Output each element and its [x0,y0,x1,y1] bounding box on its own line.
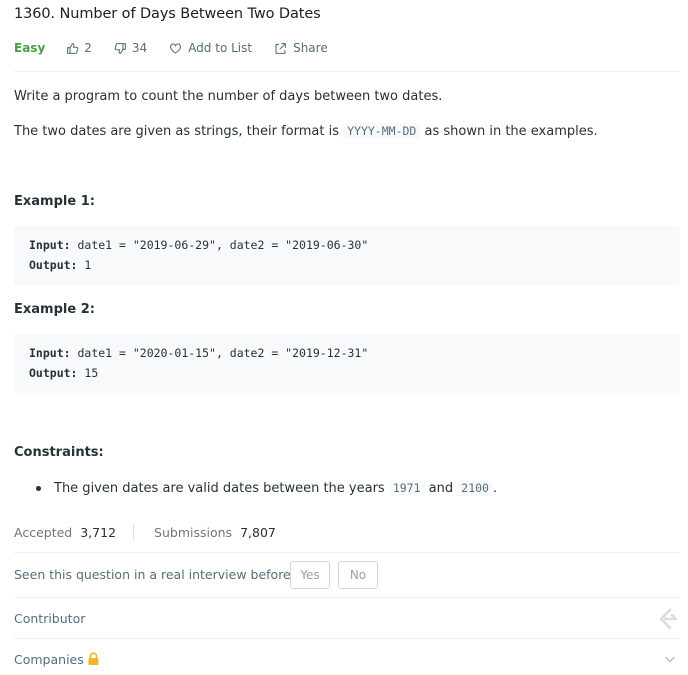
example-1-output-line: Output: 1 [29,258,91,272]
problem-title: 1360. Number of Days Between Two Dates [14,6,321,22]
constraint-text-after: . [492,481,498,496]
format-text-after: as shown in the examples. [420,124,598,139]
example-1-heading: Example 1: [14,194,95,209]
constraint-code-min-year: 1971 [388,480,425,496]
divider [14,552,680,553]
like-count: 2 [84,41,92,55]
example-1-input-value: date1 = "2019-06-29", date2 = "2019-06-3… [70,238,369,252]
example-2-code-block: Input: date1 = "2020-01-15", date2 = "20… [14,334,680,393]
submissions-label: Submissions [154,525,233,540]
example-2-heading: Example 2: [14,302,95,317]
accepted-label: Accepted [14,525,73,540]
stats-divider [133,524,135,541]
example-1-output-value: 1 [77,258,92,272]
example-1-input-line: Input: date1 = "2019-06-29", date2 = "20… [29,238,368,252]
add-to-list-button[interactable]: Add to List [169,41,252,55]
lock-icon [88,652,99,665]
difficulty-badge: Easy [14,41,46,55]
interview-no-button[interactable]: No [338,561,378,589]
example-2-output-line: Output: 15 [29,366,98,380]
example-1-code-block: Input: date1 = "2019-06-29", date2 = "20… [14,226,680,285]
thumbs-up-icon [67,42,79,54]
add-to-list-label: Add to List [188,41,253,55]
companies-section-toggle[interactable]: Companies [14,652,84,667]
description-paragraph: Write a program to count the number of d… [14,89,443,104]
output-label: Output: [29,366,78,380]
example-2-input-value: date1 = "2020-01-15", date2 = "2019-12-3… [70,346,369,360]
share-icon [275,42,286,54]
description-format-paragraph: The two dates are given as strings, thei… [14,122,598,141]
heart-icon [170,43,182,53]
example-2-output-value: 15 [77,366,99,380]
format-text-before: The two dates are given as strings, thei… [14,124,344,139]
example-2-input-line: Input: date1 = "2020-01-15", date2 = "20… [29,346,368,360]
like-button[interactable]: 2 [66,41,92,55]
submissions-value: 7,807 [240,525,276,540]
share-label: Share [293,41,328,55]
constraint-code-max-year: 2100 [457,480,493,496]
divider [14,638,680,639]
constraint-text-middle: and [424,481,458,496]
leetcode-logo-icon [659,608,678,630]
format-code: YYYY-MM-DD [343,123,421,139]
problem-meta-bar: Easy 2 34 Add to List Share [14,40,350,56]
input-label: Input: [29,238,71,252]
list-bullet [36,486,41,491]
dislike-count: 34 [131,41,148,55]
input-label: Input: [29,346,71,360]
divider [14,71,680,72]
submission-stats: Accepted 3,712 Submissions 7,807 [14,524,276,541]
output-label: Output: [29,258,78,272]
chevron-down-icon[interactable] [664,655,676,664]
constraint-item: The given dates are valid dates between … [54,479,497,498]
dislike-button[interactable]: 34 [114,41,147,55]
interview-yes-button[interactable]: Yes [290,561,330,589]
thumbs-down-icon [114,42,126,54]
share-button[interactable]: Share [274,41,328,55]
interview-question-text: Seen this question in a real interview b… [14,567,298,582]
constraint-text-before: The given dates are valid dates between … [54,481,389,496]
constraints-heading: Constraints: [14,445,104,460]
divider [14,597,680,598]
contributor-section-toggle[interactable]: Contributor [14,611,85,626]
accepted-value: 3,712 [80,525,117,540]
